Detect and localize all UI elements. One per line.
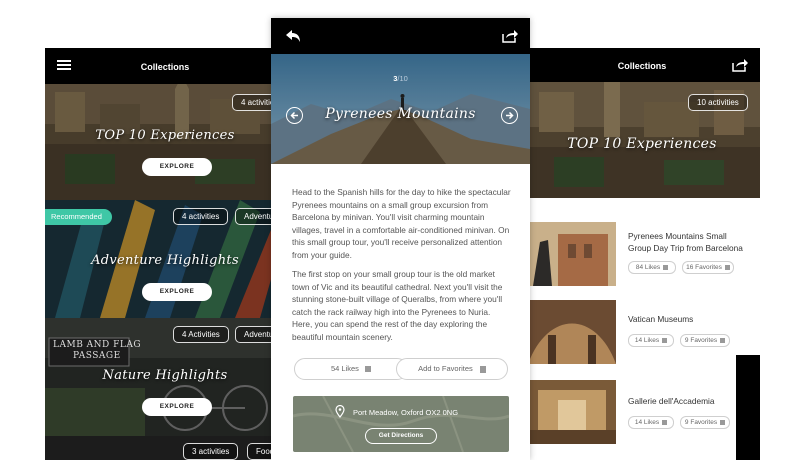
likes-pill[interactable]: 84 Likes: [628, 261, 676, 274]
list-item[interactable]: Gallerie dell'Accademia 14 Likes 9 Favor…: [524, 380, 760, 446]
likes-button[interactable]: 54 Likes: [294, 358, 408, 380]
likes-pill[interactable]: 14 Likes: [628, 334, 674, 347]
recommended-badge: Recommended: [45, 209, 112, 225]
card-title: TOP 10 Experiences: [95, 128, 235, 143]
collection-card-adventure[interactable]: Recommended 4 activities Adventu Adventu…: [45, 200, 285, 318]
cathedral-thumbnail: [528, 222, 616, 286]
item-title[interactable]: Vatican Museums: [628, 313, 748, 325]
list-item[interactable]: Vatican Museums 14 Likes 9 Favorites: [524, 300, 760, 366]
activities-pill: 10 activities: [688, 94, 748, 111]
explore-button[interactable]: EXPLORE: [142, 158, 212, 176]
favorites-pill[interactable]: 9 Favorites: [680, 334, 730, 347]
card-title: Adventure Highlights: [91, 253, 239, 268]
description-paragraph: The first stop on your small group tour …: [292, 269, 503, 342]
card-title: Nature Highlights: [102, 368, 228, 383]
lamb-and-flag-sign: LAMB AND FLAG PASSAGE: [53, 340, 142, 361]
activity-hero: 3/10 Pyrenees Mountains: [271, 54, 530, 164]
bookmark-icon: [720, 419, 726, 425]
item-title[interactable]: Gallerie dell'Accademia: [628, 395, 748, 407]
collections-screen-left: Collections 4 activities TOP 10 Experien…: [45, 48, 285, 460]
share-icon[interactable]: [732, 58, 748, 72]
bookmark-icon: [724, 264, 730, 270]
thumbs-up-icon: [365, 366, 372, 373]
favorites-pill[interactable]: 9 Favorites: [680, 416, 730, 429]
activities-pill: 4 activities: [173, 208, 229, 225]
location-map[interactable]: Port Meadow, Oxford OX2 0NG Get Directio…: [293, 396, 509, 452]
collections-screen-right: Collections 10 activities TOP 10 Experie…: [524, 48, 760, 460]
activity-title: Pyrenees Mountains: [325, 106, 476, 122]
slide-counter: 3/10: [393, 74, 408, 83]
screen-title: Collections: [617, 61, 667, 71]
thumbs-up-icon: [662, 337, 668, 343]
top-bar: Collections: [45, 48, 285, 84]
device-edge: [736, 355, 760, 460]
likes-pill[interactable]: 14 Likes: [628, 416, 674, 429]
list-item[interactable]: Pyrenees Mountains Small Group Day Trip …: [524, 222, 760, 288]
explore-button[interactable]: EXPLORE: [142, 283, 212, 301]
description-paragraph: Head to the Spanish hills for the day to…: [292, 187, 511, 260]
bookmark-icon: [479, 365, 486, 373]
item-title[interactable]: Pyrenees Mountains Small Group Day Trip …: [628, 230, 748, 254]
top-bar: [271, 18, 530, 54]
screen-title: Collections: [140, 62, 190, 72]
share-icon[interactable]: [502, 29, 518, 43]
activities-pill: 4 Activities: [173, 326, 229, 343]
explore-button[interactable]: EXPLORE: [142, 398, 212, 416]
map-pin-icon: [335, 405, 345, 418]
add-to-favorites-button[interactable]: Add to Favorites: [396, 358, 508, 380]
thumbs-up-icon: [662, 419, 668, 425]
museum-thumbnail: [528, 300, 616, 364]
get-directions-button[interactable]: Get Directions: [365, 428, 437, 444]
favorites-pill[interactable]: 16 Favorites: [682, 261, 734, 274]
activities-pill: 3 activities: [183, 443, 239, 460]
hero-title: TOP 10 Experiences: [567, 136, 717, 152]
collection-card-nature[interactable]: LAMB AND FLAG PASSAGE 4 Activities Adven…: [45, 318, 285, 436]
map-address: Port Meadow, Oxford OX2 0NG: [353, 408, 459, 417]
collection-hero: 10 activities TOP 10 Experiences: [524, 82, 760, 198]
gallery-thumbnail: [528, 380, 616, 444]
activity-detail-screen: 3/10 Pyrenees Mountains Head to the Span…: [271, 18, 530, 460]
bookmark-icon: [720, 337, 726, 343]
collection-card-food[interactable]: 3 activities Food: [45, 436, 285, 460]
top-bar: Collections: [524, 48, 760, 82]
back-icon[interactable]: [285, 29, 301, 43]
next-arrow-icon[interactable]: [501, 107, 518, 124]
thumbs-up-icon: [663, 264, 669, 270]
collection-card-top10[interactable]: 4 activities TOP 10 Experiences EXPLORE: [45, 84, 285, 200]
